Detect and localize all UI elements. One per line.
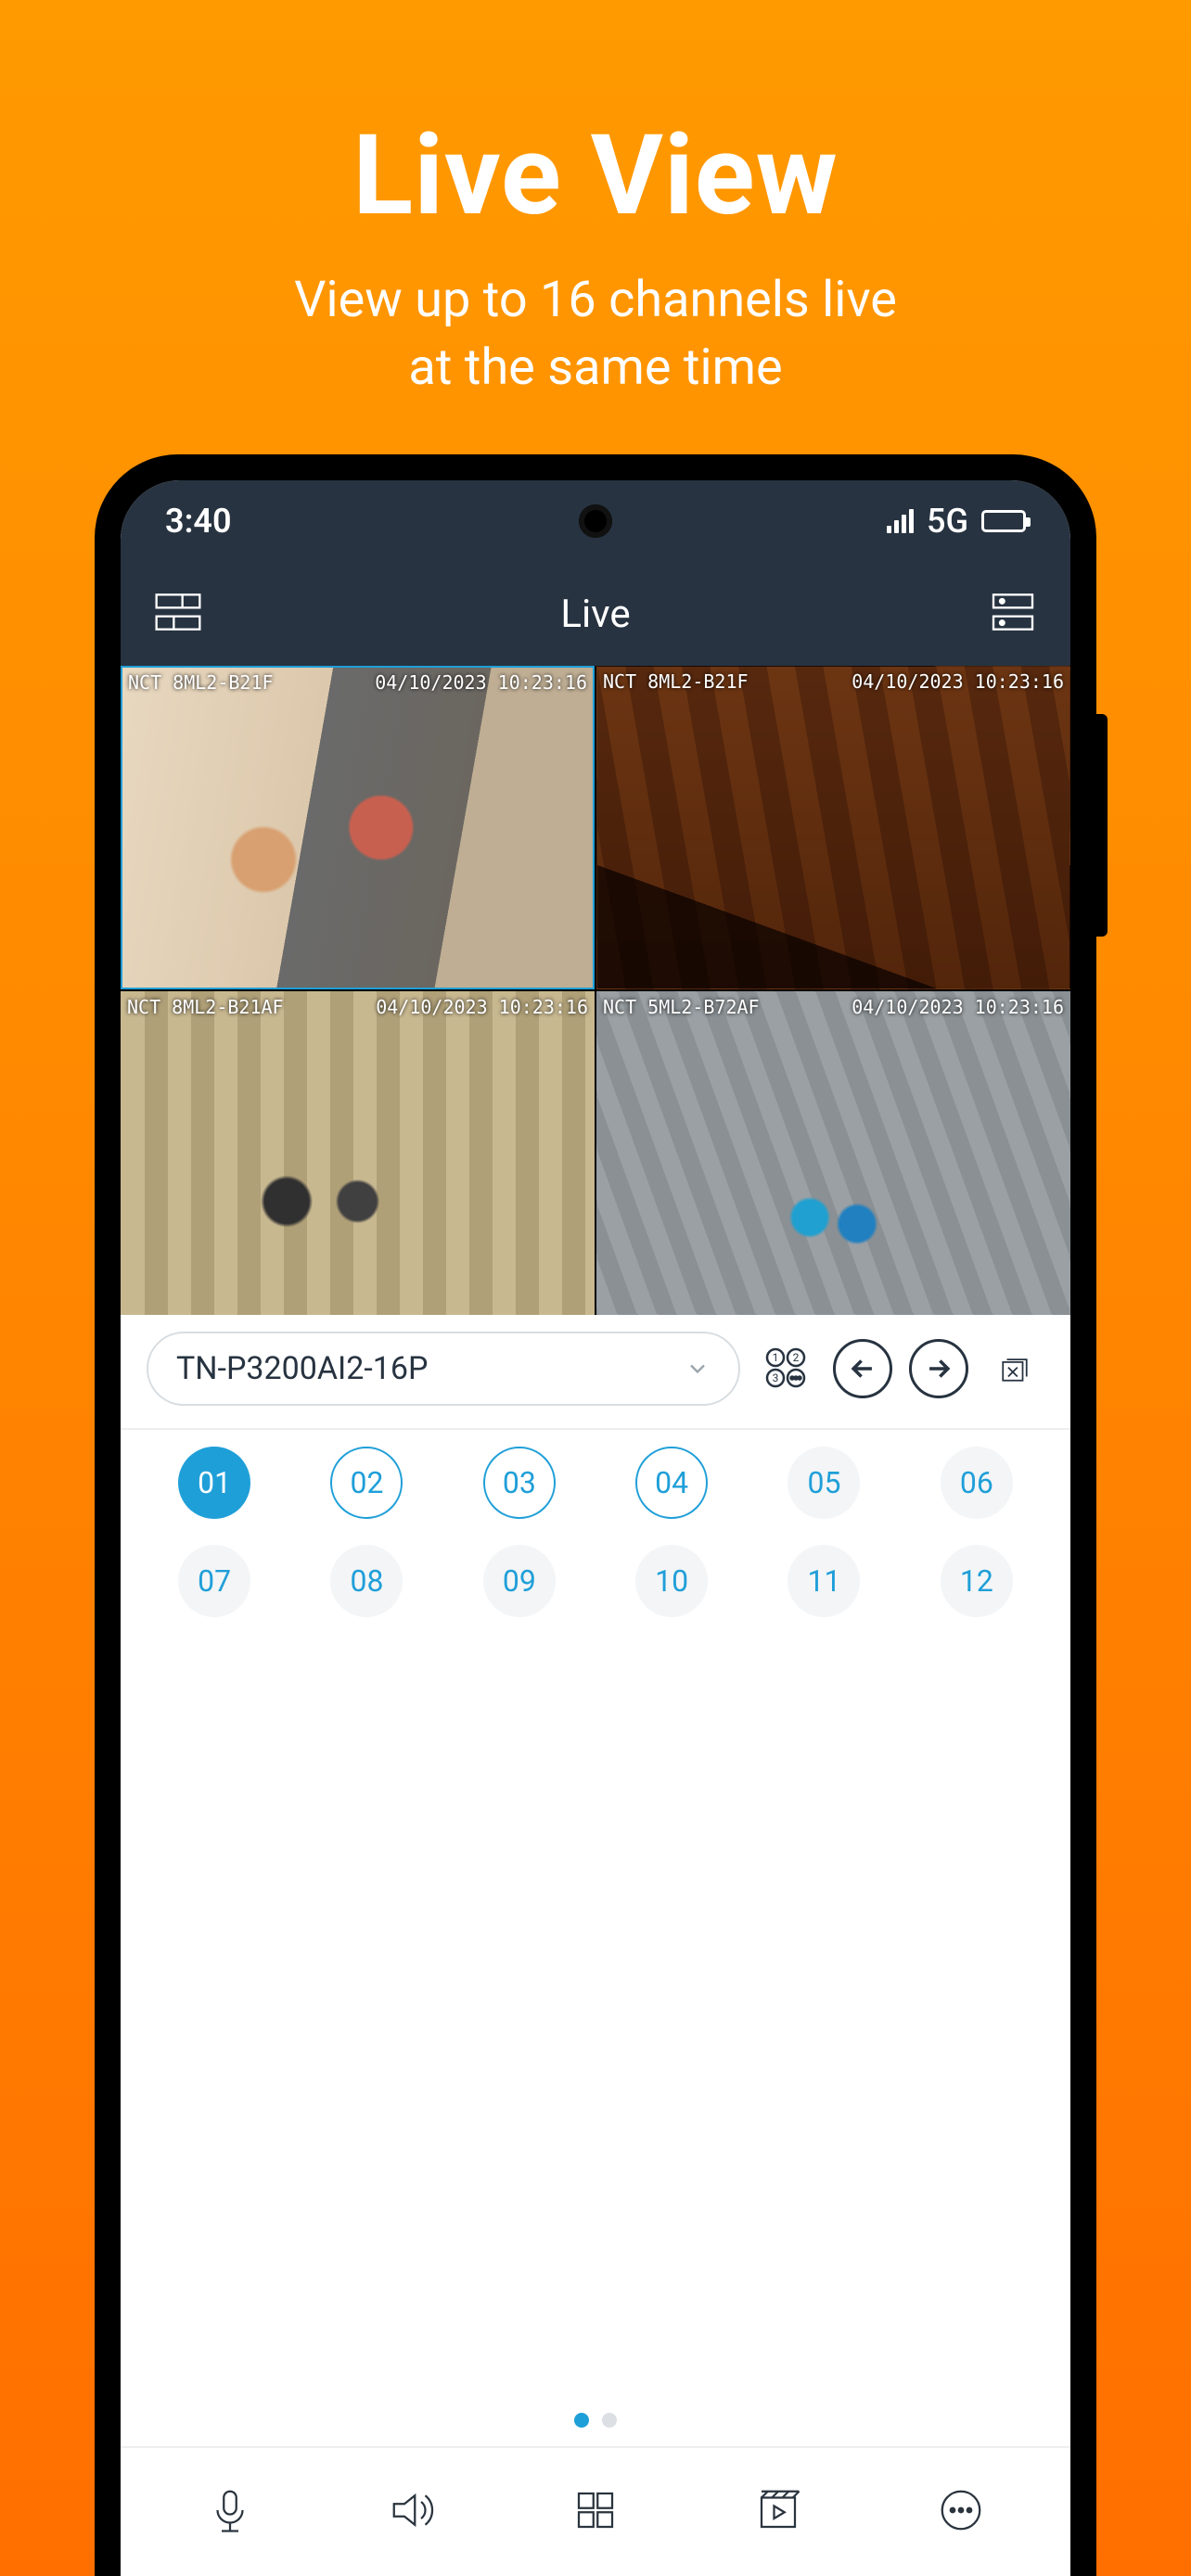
- network-label: 5G: [927, 502, 968, 541]
- camera-name: NCT 8ML2-B21F: [603, 670, 749, 693]
- arrow-right-icon: [923, 1353, 954, 1384]
- channel-06[interactable]: 06: [941, 1447, 1013, 1519]
- mic-button[interactable]: [205, 2485, 255, 2539]
- channel-04[interactable]: 04: [635, 1447, 708, 1519]
- channel-09[interactable]: 09: [483, 1545, 556, 1617]
- mic-icon: [205, 2485, 255, 2535]
- camera-feed-3[interactable]: NCT 8ML2-B21AF 04/10/2023 10:23:16: [121, 991, 595, 1315]
- bottom-toolbar: [121, 2446, 1070, 2576]
- server-list-icon[interactable]: [987, 586, 1039, 642]
- channel-list: 01 02 03 04 05 06 07 08 09 10 11 12: [121, 1447, 1070, 1617]
- camera-timestamp: 04/10/2023 10:23:16: [375, 671, 587, 694]
- promo-header: Live View View up to 16 channels live at…: [0, 0, 1191, 402]
- channel-07[interactable]: 07: [178, 1545, 250, 1617]
- svg-text:2: 2: [793, 1351, 800, 1364]
- camera-name: NCT 8ML2-B21AF: [127, 996, 284, 1018]
- channel-02[interactable]: 02: [330, 1447, 403, 1519]
- camera-feed-4[interactable]: NCT 5ML2-B72AF 04/10/2023 10:23:16: [596, 991, 1070, 1315]
- page-indicator: [121, 2394, 1070, 2446]
- playback-icon: [753, 2485, 803, 2535]
- speaker-icon: [388, 2485, 438, 2535]
- device-select[interactable]: TN-P3200AI2-16P: [147, 1332, 740, 1406]
- more-button[interactable]: [936, 2485, 986, 2539]
- camera-grid: NCT 8ML2-B21F 04/10/2023 10:23:16 NCT 8M…: [121, 666, 1070, 1315]
- channel-05[interactable]: 05: [788, 1447, 860, 1519]
- channel-12[interactable]: 12: [941, 1545, 1013, 1617]
- device-select-value: TN-P3200AI2-16P: [176, 1350, 428, 1387]
- promo-subtitle: View up to 16 channels live at the same …: [0, 267, 1191, 402]
- grid-button[interactable]: [570, 2485, 621, 2539]
- channel-11[interactable]: 11: [788, 1545, 860, 1617]
- layout-icon[interactable]: [152, 586, 204, 642]
- status-bar: 3:40 5G: [121, 480, 1070, 562]
- camera-hole: [579, 504, 612, 538]
- signal-icon: [887, 509, 914, 533]
- chevron-down-icon: [685, 1356, 711, 1382]
- svg-text:1: 1: [773, 1351, 779, 1364]
- camera-timestamp: 04/10/2023 10:23:16: [376, 996, 588, 1018]
- channel-01[interactable]: 01: [178, 1447, 250, 1519]
- status-time: 3:40: [165, 502, 232, 541]
- page-dot-2[interactable]: [602, 2413, 617, 2428]
- phone-side-button: [1096, 714, 1108, 937]
- arrow-left-icon: [847, 1353, 878, 1384]
- close-all-button[interactable]: [985, 1339, 1044, 1398]
- page-title: Live: [560, 592, 630, 637]
- playback-button[interactable]: [753, 2485, 803, 2539]
- app-header: Live: [121, 562, 1070, 666]
- camera-feed-1[interactable]: NCT 8ML2-B21F 04/10/2023 10:23:16: [121, 666, 595, 989]
- phone-frame: 3:40 5G Live NCT 8ML2-B: [95, 454, 1096, 2576]
- next-button[interactable]: [909, 1339, 968, 1398]
- channel-numbers-icon[interactable]: 1 2 3: [757, 1339, 816, 1398]
- page-dot-1[interactable]: [574, 2413, 589, 2428]
- channel-10[interactable]: 10: [635, 1545, 708, 1617]
- speaker-button[interactable]: [388, 2485, 438, 2539]
- selector-row: TN-P3200AI2-16P 1 2 3: [121, 1315, 1070, 1422]
- prev-button[interactable]: [833, 1339, 892, 1398]
- camera-feed-2[interactable]: NCT 8ML2-B21F 04/10/2023 10:23:16: [596, 666, 1070, 989]
- promo-title: Live View: [0, 111, 1191, 241]
- grid-icon: [570, 2485, 621, 2535]
- divider: [121, 1428, 1070, 1430]
- battery-icon: [981, 510, 1026, 532]
- channel-08[interactable]: 08: [330, 1545, 403, 1617]
- channel-03[interactable]: 03: [483, 1447, 556, 1519]
- svg-text:3: 3: [773, 1371, 779, 1384]
- close-multi-icon: [999, 1353, 1031, 1384]
- camera-name: NCT 5ML2-B72AF: [603, 996, 760, 1018]
- camera-name: NCT 8ML2-B21F: [128, 671, 274, 694]
- more-icon: [936, 2485, 986, 2535]
- phone-screen: 3:40 5G Live NCT 8ML2-B: [121, 480, 1070, 2576]
- camera-timestamp: 04/10/2023 10:23:16: [852, 670, 1064, 693]
- camera-timestamp: 04/10/2023 10:23:16: [852, 996, 1064, 1018]
